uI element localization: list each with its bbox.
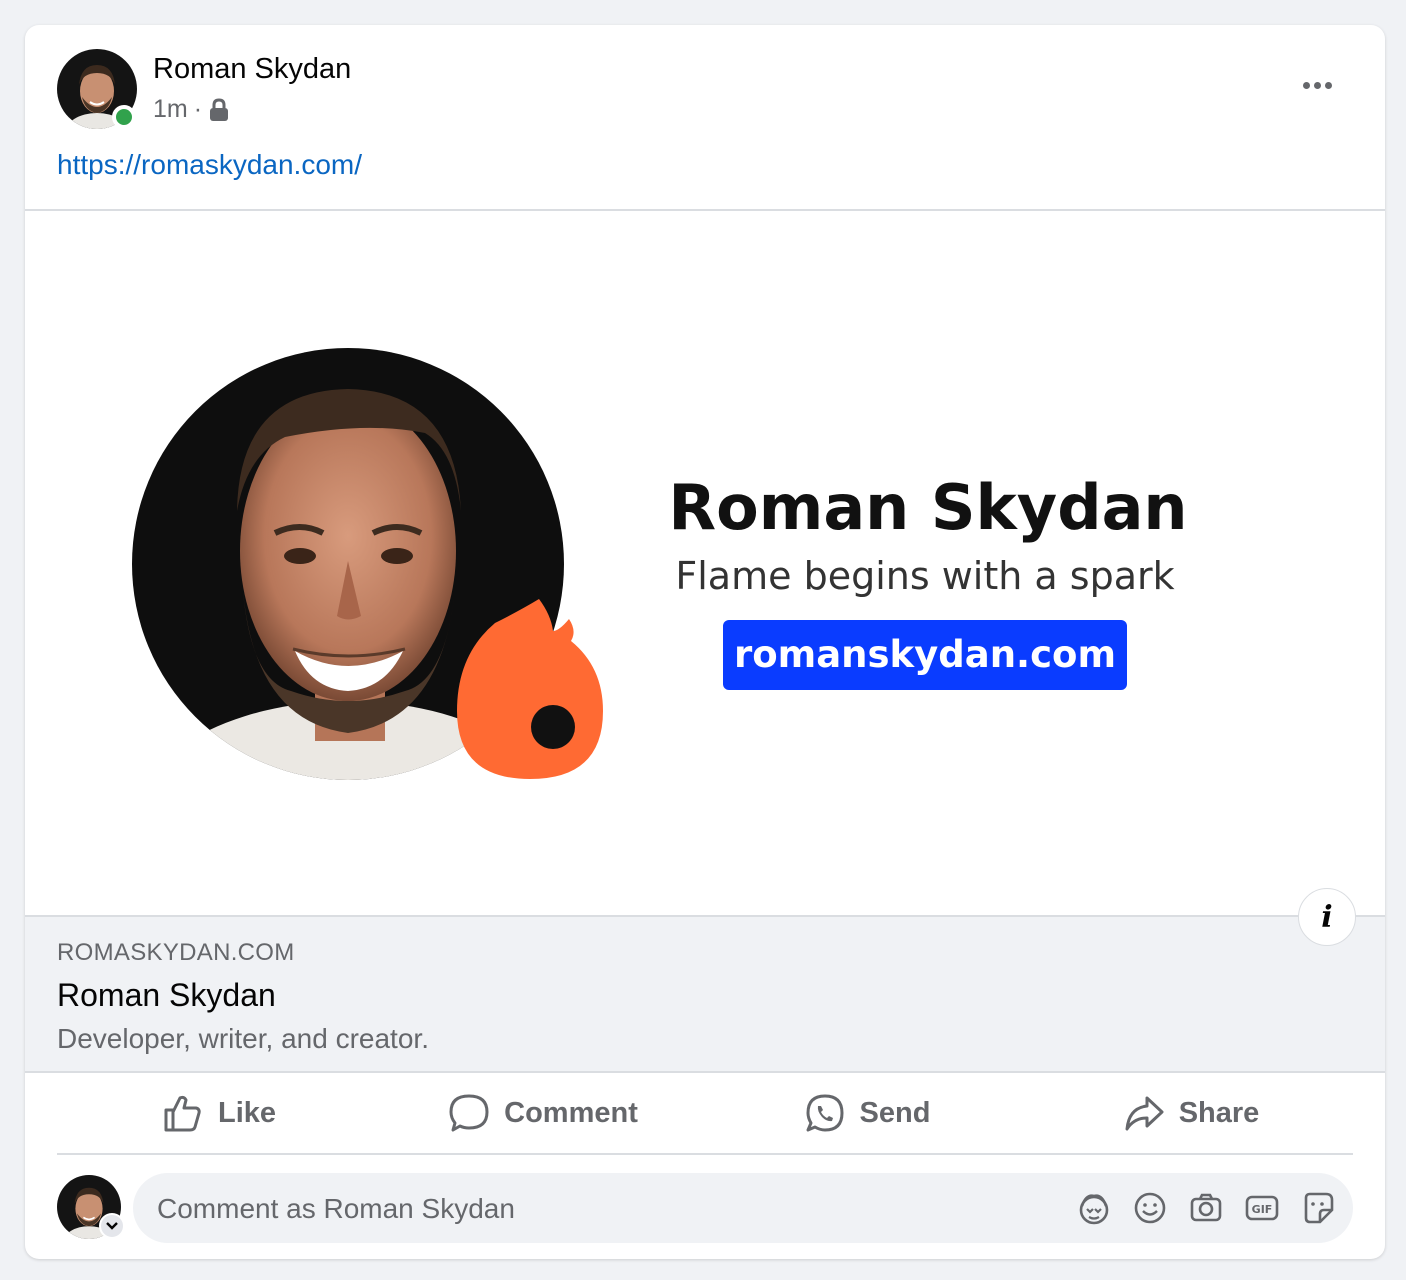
- comment-label: Comment: [504, 1096, 638, 1129]
- dot-icon: [1324, 81, 1332, 89]
- camera-icon[interactable]: [1187, 1189, 1225, 1227]
- link-domain: ROMASKYDAN.COM: [57, 939, 295, 966]
- comment-input[interactable]: Comment as Roman Skydan GIF: [133, 1173, 1353, 1243]
- more-options-button[interactable]: [1293, 65, 1341, 105]
- post-time[interactable]: 1m: [153, 95, 188, 124]
- share-arrow-icon: [1125, 1096, 1164, 1131]
- online-status-indicator: [112, 105, 136, 129]
- post-link[interactable]: https://romaskydan.com/: [57, 149, 362, 181]
- like-label: Like: [217, 1096, 277, 1129]
- post-actions: Like Comment Send Share: [57, 1073, 1353, 1153]
- avatar-sticker-icon[interactable]: [1075, 1189, 1113, 1227]
- svg-text:GIF: GIF: [1252, 1203, 1273, 1216]
- emoji-icon[interactable]: [1131, 1189, 1169, 1227]
- link-preview-image[interactable]: Roman Skydan Flame begins with a spark r…: [25, 211, 1385, 917]
- comment-placeholder: Comment as Roman Skydan: [157, 1193, 515, 1224]
- send-button[interactable]: Send: [705, 1073, 1029, 1153]
- thumbs-up-icon: [164, 1095, 201, 1132]
- post-card: Roman Skydan 1m · https://romaskydan.com…: [25, 25, 1385, 1259]
- link-description: Developer, writer, and creator.: [57, 1023, 429, 1054]
- chevron-down-icon[interactable]: [99, 1213, 125, 1239]
- author-name[interactable]: Roman Skydan: [153, 53, 351, 86]
- comment-tools: GIF: [1075, 1173, 1337, 1243]
- comment-composer: Comment as Roman Skydan GIF: [57, 1173, 1353, 1243]
- preview-site-text: romanskydan.com: [734, 633, 1116, 676]
- dot-icon: [1302, 81, 1310, 89]
- link-title: Roman Skydan: [57, 977, 276, 1013]
- comment-button[interactable]: Comment: [381, 1073, 705, 1153]
- info-icon[interactable]: i: [1298, 888, 1356, 946]
- whatsapp-icon: [806, 1094, 844, 1132]
- divider: [57, 1153, 1353, 1155]
- lock-icon[interactable]: [208, 97, 230, 122]
- preview-tagline: Flame begins with a spark: [675, 554, 1174, 598]
- sticker-icon[interactable]: [1299, 1189, 1337, 1227]
- gif-icon[interactable]: GIF: [1243, 1189, 1281, 1227]
- share-button[interactable]: Share: [1029, 1073, 1353, 1153]
- meta-separator: ·: [193, 95, 203, 123]
- dot-icon: [1313, 81, 1321, 89]
- send-label: Send: [859, 1096, 931, 1129]
- share-label: Share: [1178, 1096, 1260, 1129]
- like-button[interactable]: Like: [57, 1073, 381, 1153]
- link-meta[interactable]: ROMASKYDAN.COM Roman Skydan Developer, w…: [25, 917, 1385, 1071]
- preview-name: Roman Skydan: [668, 471, 1187, 544]
- comment-bubble-icon: [449, 1094, 489, 1132]
- post-meta: 1m ·: [153, 95, 230, 124]
